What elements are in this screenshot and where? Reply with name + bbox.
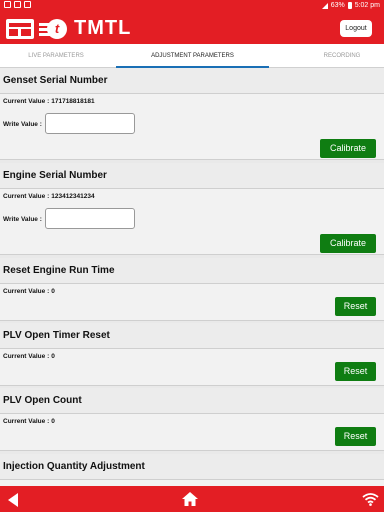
write-value-label: Write Value : — [3, 121, 42, 128]
write-value-label: Write Value : — [3, 216, 42, 223]
engine-write-input[interactable] — [45, 208, 135, 229]
notification-image-icon — [4, 1, 11, 8]
tab-recording[interactable]: RECORDING — [300, 44, 384, 68]
bottom-nav — [0, 486, 384, 512]
engine-calibrate-button[interactable]: Calibrate — [320, 234, 376, 253]
current-value: 0 — [51, 418, 55, 425]
current-value-row: Current Value :0 — [3, 288, 55, 295]
adjustment-list[interactable]: Genset Serial Number Current Value :1717… — [0, 68, 384, 486]
section-title: Engine Serial Number — [0, 163, 384, 189]
current-value-row: Current Value :0 — [3, 353, 55, 360]
status-bar: 63% 5:02 pm — [0, 0, 384, 11]
notification-calendar-icon — [14, 1, 21, 8]
battery-percent: 63% — [330, 2, 345, 9]
tab-adjustment-parameters[interactable]: ADJUSTMENT PARAMETERS — [116, 44, 269, 68]
brand-name: TMTL — [74, 17, 132, 39]
status-notifications — [4, 1, 31, 8]
signal-icon — [321, 2, 328, 9]
section-title: PLV Open Timer Reset — [0, 323, 384, 349]
run-time-reset-button[interactable]: Reset — [335, 297, 376, 316]
current-value: 123412341234 — [51, 193, 95, 200]
section-plv-count: PLV Open Count Current Value :0 Reset — [0, 388, 384, 451]
back-icon[interactable] — [8, 493, 18, 507]
logout-button[interactable]: Logout — [340, 20, 372, 37]
current-value-row: Current Value :123412341234 — [3, 193, 95, 200]
current-value-row: Current Value :0 — [3, 418, 55, 425]
tv-logo-icon — [6, 18, 34, 39]
genset-write-input[interactable] — [45, 113, 135, 134]
current-value-label: Current Value : — [3, 98, 50, 105]
home-icon[interactable] — [181, 491, 199, 507]
current-value-label: Current Value : — [3, 288, 50, 295]
app-header: t TMTL Logout — [0, 11, 384, 44]
tmtl-mark-icon: t — [39, 18, 69, 39]
current-value-label: Current Value : — [3, 193, 50, 200]
tab-bar: LIVE PARAMETERS ADJUSTMENT PARAMETERS RE… — [0, 44, 384, 68]
section-reset-run-time: Reset Engine Run Time Current Value :0 R… — [0, 258, 384, 321]
section-engine-serial: Engine Serial Number Current Value :1234… — [0, 163, 384, 255]
brand-logo: t TMTL — [6, 17, 131, 40]
status-time: 5:02 pm — [354, 2, 380, 9]
genset-calibrate-button[interactable]: Calibrate — [320, 139, 376, 158]
notification-app-icon — [24, 1, 31, 8]
current-value: 0 — [51, 288, 55, 295]
current-value: 171718818181 — [51, 98, 95, 105]
current-value-label: Current Value : — [3, 353, 50, 360]
tab-live-parameters[interactable]: LIVE PARAMETERS — [0, 44, 112, 68]
current-value: 0 — [51, 353, 55, 360]
section-title: Reset Engine Run Time — [0, 258, 384, 284]
status-system: 63% 5:02 pm — [321, 1, 380, 10]
section-injection-quantity: Injection Quantity Adjustment — [0, 454, 384, 486]
section-plv-timer: PLV Open Timer Reset Current Value :0 Re… — [0, 323, 384, 386]
section-genset-serial: Genset Serial Number Current Value :1717… — [0, 68, 384, 160]
plv-count-reset-button[interactable]: Reset — [335, 427, 376, 446]
plv-timer-reset-button[interactable]: Reset — [335, 362, 376, 381]
section-title: PLV Open Count — [0, 388, 384, 414]
current-value-row: Current Value :171718818181 — [3, 98, 95, 105]
current-value-label: Current Value : — [3, 418, 50, 425]
battery-icon — [347, 2, 352, 9]
section-title: Injection Quantity Adjustment — [0, 454, 384, 480]
section-title: Genset Serial Number — [0, 68, 384, 94]
wifi-icon[interactable] — [362, 492, 379, 506]
